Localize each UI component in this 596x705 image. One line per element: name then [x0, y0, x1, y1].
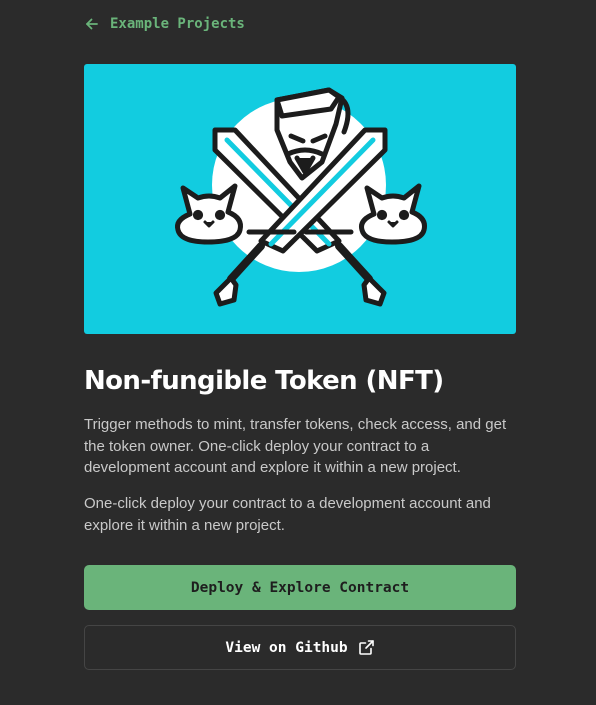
arrow-left-icon [84, 16, 100, 32]
page-title: Non-fungible Token (NFT) [84, 366, 444, 396]
nft-illustration [175, 87, 427, 307]
external-link-icon [358, 639, 375, 656]
cat-right [359, 183, 427, 245]
deploy-button-label: Deploy & Explore Contract [190, 579, 410, 596]
project-description-secondary: One-click deploy your contract to a deve… [84, 495, 491, 534]
github-button-label: View on Github [225, 639, 348, 656]
back-link-label: Example Projects [110, 16, 245, 32]
back-link-example-projects[interactable]: Example Projects [84, 12, 245, 36]
project-description: Trigger methods to mint, transfer tokens… [84, 416, 507, 476]
deploy-explore-button[interactable]: Deploy & Explore Contract [84, 565, 516, 610]
hero-image [84, 64, 516, 334]
view-on-github-button[interactable]: View on Github [84, 625, 516, 670]
cat-left [175, 183, 243, 245]
